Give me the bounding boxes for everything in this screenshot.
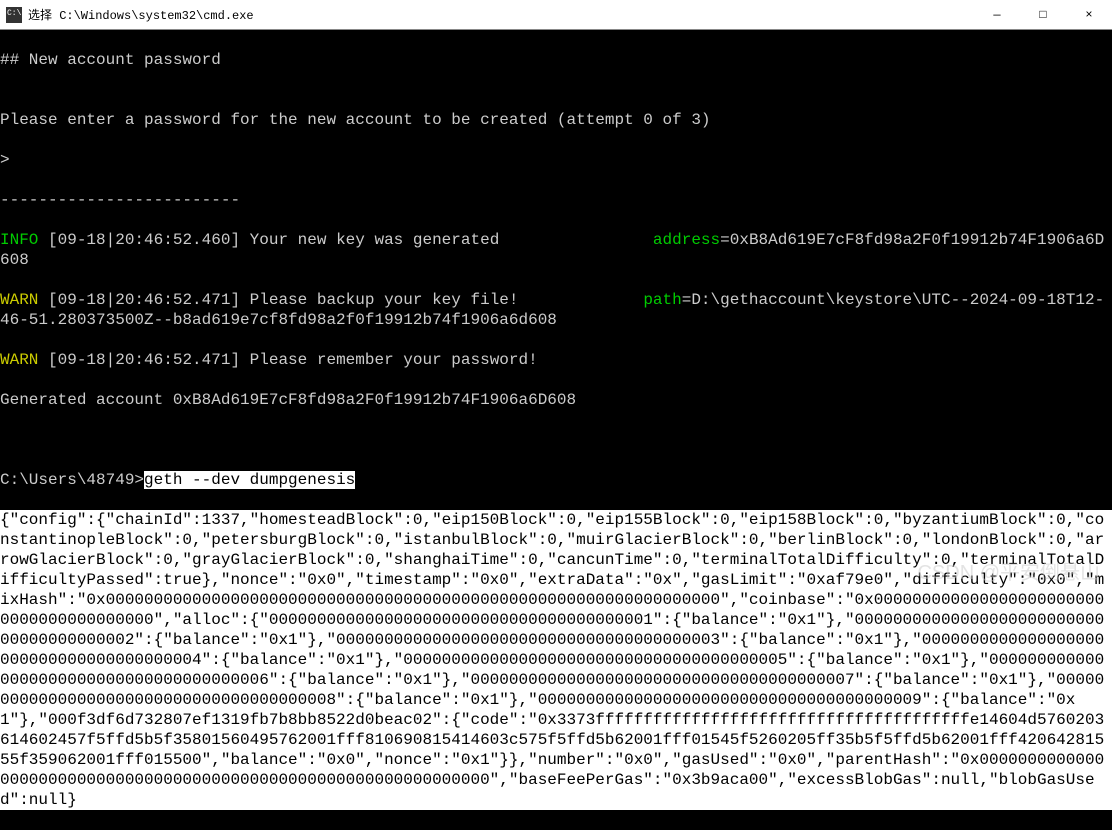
blank-line (0, 430, 1112, 450)
prompt: C:\Users\48749> (0, 471, 144, 489)
log-warn-line: WARN [09-18|20:46:52.471] Please backup … (0, 290, 1112, 330)
output-line: Generated account 0xB8Ad619E7cF8fd98a2F0… (0, 390, 1112, 410)
terminal-output[interactable]: ## New account password Please enter a p… (0, 30, 1112, 830)
maximize-button[interactable]: □ (1020, 0, 1066, 30)
field-label-address: address (653, 231, 720, 249)
output-line: > (0, 150, 1112, 170)
log-level-warn: WARN (0, 351, 48, 369)
typed-command: geth --dev dumpgenesis (144, 471, 355, 489)
log-text: [09-18|20:46:52.471] Please backup your … (48, 291, 643, 309)
log-text: [09-18|20:46:52.471] Please remember you… (48, 351, 538, 369)
field-label-path: path (643, 291, 681, 309)
log-text: [09-18|20:46:52.460] Your new key was ge… (48, 231, 653, 249)
log-info-line: INFO [09-18|20:46:52.460] Your new key w… (0, 230, 1112, 270)
command-line: C:\Users\48749>geth --dev dumpgenesis (0, 470, 1112, 490)
close-button[interactable]: × (1066, 0, 1112, 30)
window-controls: — □ × (974, 0, 1112, 30)
window-titlebar: 选择 C:\Windows\system32\cmd.exe — □ × (0, 0, 1112, 30)
output-line: Please enter a password for the new acco… (0, 110, 1112, 130)
cmd-icon (6, 7, 22, 23)
log-level-info: INFO (0, 231, 48, 249)
minimize-button[interactable]: — (974, 0, 1020, 30)
json-output: {"config":{"chainId":1337,"homesteadBloc… (0, 510, 1112, 810)
log-level-warn: WARN (0, 291, 48, 309)
output-line: ------------------------- (0, 190, 1112, 210)
window-title: 选择 C:\Windows\system32\cmd.exe (28, 6, 974, 23)
log-warn-line: WARN [09-18|20:46:52.471] Please remembe… (0, 350, 1112, 370)
output-line: ## New account password (0, 50, 1112, 70)
